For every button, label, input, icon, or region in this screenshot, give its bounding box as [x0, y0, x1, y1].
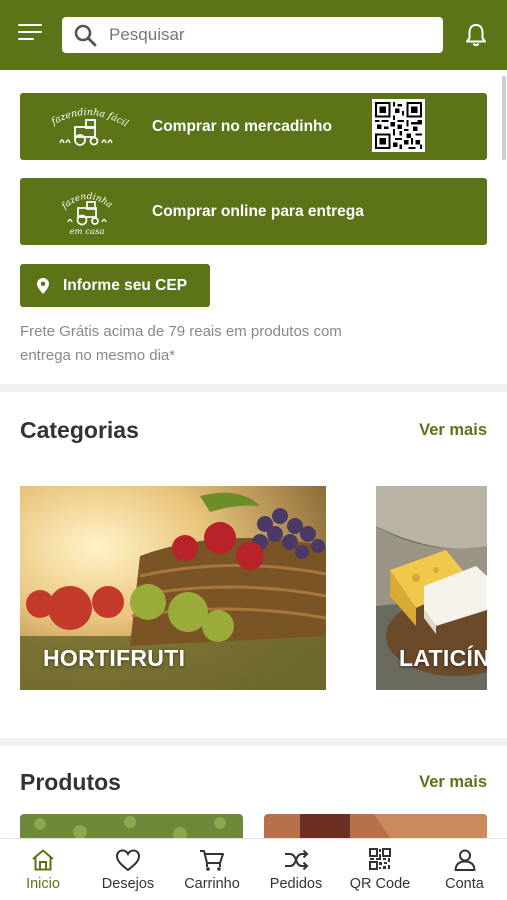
nav-item-qr-code[interactable]: QR Code — [338, 839, 422, 900]
fazendinha-facil-logo: fazendinha fácil — [49, 107, 130, 146]
products-see-more-link[interactable]: Ver mais — [419, 773, 487, 792]
shuffle-icon — [285, 849, 309, 871]
categories-title: Categorias — [20, 417, 139, 443]
location-pin-icon — [37, 277, 49, 294]
nav-label: QR Code — [349, 876, 411, 892]
products-title: Produtos — [20, 769, 121, 795]
nav-label: Pedidos — [269, 876, 323, 892]
category-card-laticinios[interactable]: LATICÍNIOS — [376, 486, 487, 690]
category-label: LATICÍNIOS — [399, 645, 487, 671]
fazendinha-em-casa-logo: fazendinha em casa — [59, 192, 114, 236]
categories-see-more-link[interactable]: Ver mais — [419, 421, 487, 440]
user-icon — [454, 849, 475, 871]
section-divider — [0, 738, 507, 746]
qr-code-icon — [372, 99, 425, 152]
nav-label: Desejos — [101, 876, 155, 892]
menu-icon[interactable] — [18, 24, 44, 46]
search-icon — [74, 24, 97, 47]
nav-item-conta[interactable]: Conta — [422, 839, 507, 900]
home-icon — [32, 849, 54, 871]
nav-item-desejos[interactable]: Desejos — [86, 839, 170, 900]
nav-label: Inicio — [26, 876, 60, 892]
buy-online-button[interactable]: fazendinha em casa Comprar online para e… — [20, 178, 487, 245]
category-card-hortifruti[interactable]: HORTIFRUTI — [20, 486, 326, 690]
nav-label: Carrinho — [184, 876, 240, 892]
search-bar[interactable] — [62, 17, 443, 53]
free-shipping-note: Frete Grátis acima de 79 reais em produt… — [20, 323, 342, 364]
buy-in-store-button[interactable]: fazendinha fácil Comprar no mercadinho — [20, 93, 487, 160]
buy-online-label: Comprar online para entrega — [152, 203, 364, 220]
nav-label: Conta — [445, 876, 484, 892]
top-app-bar — [0, 0, 507, 70]
section-divider — [0, 384, 507, 392]
cep-button[interactable]: Informe seu CEP — [20, 264, 210, 307]
nav-item-carrinho[interactable]: Carrinho — [170, 839, 254, 900]
category-label: HORTIFRUTI — [43, 645, 186, 671]
bottom-navigation: Inicio Desejos Carrinho Pedidos QR Code … — [0, 838, 507, 900]
qr-code-icon — [369, 848, 391, 870]
svg-text:em casa: em casa — [69, 227, 104, 236]
buy-in-store-label: Comprar no mercadinho — [152, 118, 332, 135]
nav-item-pedidos[interactable]: Pedidos — [254, 839, 338, 900]
cart-icon — [200, 850, 224, 871]
scrollbar[interactable] — [502, 76, 506, 160]
search-input[interactable] — [109, 25, 409, 45]
nav-item-inicio[interactable]: Inicio — [0, 839, 86, 900]
heart-icon — [115, 849, 141, 872]
bell-icon[interactable] — [462, 21, 490, 49]
cep-button-label: Informe seu CEP — [63, 276, 188, 294]
